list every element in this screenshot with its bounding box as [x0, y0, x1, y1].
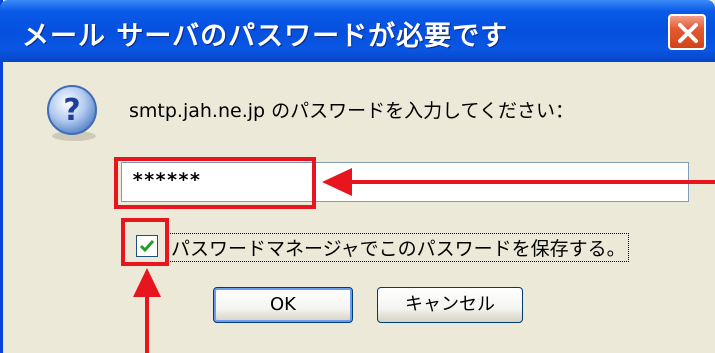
arrow-to-checkbox-icon — [133, 268, 161, 353]
annotation-layer — [133, 168, 715, 353]
arrow-to-password-icon — [322, 168, 715, 196]
